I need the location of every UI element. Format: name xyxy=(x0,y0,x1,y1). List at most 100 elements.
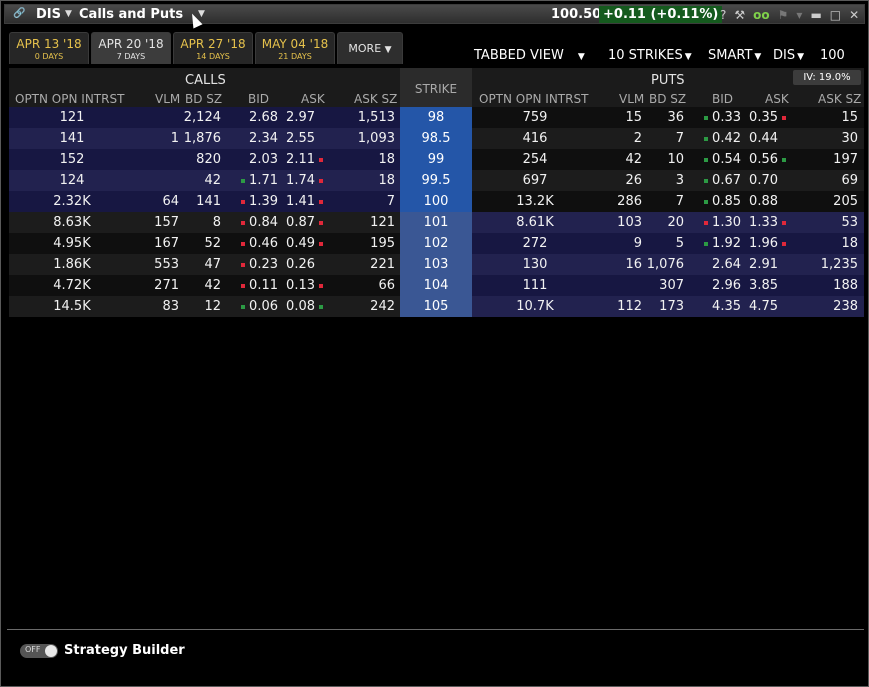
view-selector[interactable]: TABBED VIEW ▼ xyxy=(474,48,585,63)
strategy-builder-label[interactable]: Strategy Builder xyxy=(64,643,185,658)
puts-asksz-cell[interactable]: 238 xyxy=(788,296,858,317)
puts-asksz-cell[interactable]: 1,235 xyxy=(788,254,858,275)
puts-ask-cell[interactable]: 0.44 xyxy=(716,128,786,149)
table-row[interactable]: 152 820 2.03 2.11 18 254 42 10 0.54 0.56 197 99 xyxy=(9,149,864,170)
strike-cell[interactable]: 100 xyxy=(400,191,472,212)
flag-dropdown-icon[interactable]: ▾ xyxy=(796,8,802,22)
symbol-label[interactable]: DIS xyxy=(36,7,61,22)
calls-oi-cell[interactable]: 8.63K xyxy=(32,212,112,233)
table-row[interactable]: 4.72K 271 42 0.11 0.13 66 111 307 2.96 3.85 188 104 xyxy=(9,275,864,296)
puts-oi-cell[interactable]: 10.7K xyxy=(495,296,575,317)
puts-oi-cell[interactable]: 759 xyxy=(495,107,575,128)
col-header-calls-bdsz[interactable]: BD SZ xyxy=(185,92,222,106)
calls-ask-cell[interactable]: 1.74 xyxy=(253,170,323,191)
col-header-calls-asksz[interactable]: ASK SZ xyxy=(354,92,397,106)
strike-cell[interactable]: 101 xyxy=(400,212,472,233)
calls-ask-cell[interactable]: 0.13 xyxy=(253,275,323,296)
puts-oi-cell[interactable]: 111 xyxy=(495,275,575,296)
calls-ask-cell[interactable]: 0.87 xyxy=(253,212,323,233)
table-row[interactable]: 141 1 1,876 2.34 2.55 1,093 416 2 7 0.42 0.44 30 98.… xyxy=(9,128,864,149)
puts-asksz-cell[interactable]: 53 xyxy=(788,212,858,233)
strike-cell[interactable]: 98 xyxy=(400,107,472,128)
col-header-puts-oi[interactable]: OPTN OPN INTRST xyxy=(479,92,588,106)
puts-asksz-cell[interactable]: 188 xyxy=(788,275,858,296)
col-header-calls-vlm[interactable]: VLM xyxy=(155,92,180,106)
col-header-puts-vlm[interactable]: VLM xyxy=(619,92,644,106)
flag-icon[interactable]: ⚑ xyxy=(778,8,789,22)
puts-ask-cell[interactable]: 0.56 xyxy=(716,149,786,170)
puts-oi-cell[interactable]: 13.2K xyxy=(495,191,575,212)
calls-ask-cell[interactable]: 0.08 xyxy=(253,296,323,317)
table-row[interactable]: 14.5K 83 12 0.06 0.08 242 10.7K 112 173 4.35 4.75 2… xyxy=(9,296,864,317)
table-row[interactable]: 124 42 1.71 1.74 18 697 26 3 0.67 0.70 69 99.5 xyxy=(9,170,864,191)
strike-cell[interactable]: 98.5 xyxy=(400,128,472,149)
col-header-puts-ask[interactable]: ASK xyxy=(765,92,789,106)
strikes-selector[interactable]: 10 STRIKES ▼ xyxy=(608,48,692,63)
puts-ask-cell[interactable]: 1.33 xyxy=(716,212,786,233)
help-icon[interactable]: ? xyxy=(720,8,726,22)
minimize-icon[interactable]: ▬ xyxy=(810,8,821,22)
puts-asksz-cell[interactable]: 205 xyxy=(788,191,858,212)
strike-cell[interactable]: 103 xyxy=(400,254,472,275)
col-header-puts-bid[interactable]: BID xyxy=(712,92,733,106)
puts-oi-cell[interactable]: 272 xyxy=(495,233,575,254)
strike-cell[interactable]: 105 xyxy=(400,296,472,317)
calls-oi-cell[interactable]: 1.86K xyxy=(32,254,112,275)
puts-oi-cell[interactable]: 416 xyxy=(495,128,575,149)
calls-oi-cell[interactable]: 2.32K xyxy=(32,191,112,212)
calls-ask-cell[interactable]: 0.26 xyxy=(253,254,323,275)
table-row[interactable]: 1.86K 553 47 0.23 0.26 221 130 16 1,076 2.64 2.91 1… xyxy=(9,254,864,275)
calls-asksz-cell[interactable]: 66 xyxy=(325,275,395,296)
puts-oi-cell[interactable]: 254 xyxy=(495,149,575,170)
calls-ask-cell[interactable]: 1.41 xyxy=(253,191,323,212)
maximize-icon[interactable]: □ xyxy=(830,8,841,22)
puts-asksz-cell[interactable]: 30 xyxy=(788,128,858,149)
glasses-icon[interactable]: oo xyxy=(753,8,770,22)
strike-cell[interactable]: 99 xyxy=(400,149,472,170)
puts-oi-cell[interactable]: 130 xyxy=(495,254,575,275)
calls-ask-cell[interactable]: 0.49 xyxy=(253,233,323,254)
col-header-puts-bdsz[interactable]: BD SZ xyxy=(649,92,686,106)
close-icon[interactable]: ✕ xyxy=(849,8,859,22)
puts-asksz-cell[interactable]: 18 xyxy=(788,233,858,254)
puts-asksz-cell[interactable]: 197 xyxy=(788,149,858,170)
strike-cell[interactable]: 104 xyxy=(400,275,472,296)
col-header-calls-oi[interactable]: OPTN OPN INTRST xyxy=(15,92,124,106)
calls-oi-cell[interactable]: 4.95K xyxy=(32,233,112,254)
puts-ask-cell[interactable]: 2.91 xyxy=(716,254,786,275)
puts-ask-cell[interactable]: 0.35 xyxy=(716,107,786,128)
symbol-dropdown-icon[interactable]: ▼ xyxy=(65,9,72,19)
puts-ask-cell[interactable]: 0.70 xyxy=(716,170,786,191)
col-header-puts-asksz[interactable]: ASK SZ xyxy=(818,92,861,106)
strike-cell[interactable]: 102 xyxy=(400,233,472,254)
calls-asksz-cell[interactable]: 221 xyxy=(325,254,395,275)
calls-oi-cell[interactable]: 141 xyxy=(32,128,112,149)
calls-oi-cell[interactable]: 14.5K xyxy=(32,296,112,317)
puts-ask-cell[interactable]: 1.96 xyxy=(716,233,786,254)
table-row[interactable]: 8.63K 157 8 0.84 0.87 121 8.61K 103 20 1.30 1.33 53… xyxy=(9,212,864,233)
calls-oi-cell[interactable]: 121 xyxy=(32,107,112,128)
quantity-field[interactable]: 100 xyxy=(820,48,845,63)
puts-ask-cell[interactable]: 0.88 xyxy=(716,191,786,212)
calls-asksz-cell[interactable]: 1,513 xyxy=(325,107,395,128)
calls-asksz-cell[interactable]: 195 xyxy=(325,233,395,254)
puts-ask-cell[interactable]: 4.75 xyxy=(716,296,786,317)
wrench-icon[interactable]: ⚒ xyxy=(734,8,745,22)
route-selector[interactable]: SMART ▼ xyxy=(708,48,761,63)
calls-asksz-cell[interactable]: 242 xyxy=(325,296,395,317)
calls-ask-cell[interactable]: 2.97 xyxy=(253,107,323,128)
puts-oi-cell[interactable]: 697 xyxy=(495,170,575,191)
col-header-calls-bid[interactable]: BID xyxy=(248,92,269,106)
calls-asksz-cell[interactable]: 7 xyxy=(325,191,395,212)
calls-ask-cell[interactable]: 2.11 xyxy=(253,149,323,170)
underlying-selector[interactable]: DIS ▼ xyxy=(773,48,804,63)
calls-ask-cell[interactable]: 2.55 xyxy=(253,128,323,149)
table-row[interactable]: 121 2,124 2.68 2.97 1,513 759 15 36 0.33 0.35 15 98 xyxy=(9,107,864,128)
table-row[interactable]: 4.95K 167 52 0.46 0.49 195 272 9 5 1.92 1.96 18 102 xyxy=(9,233,864,254)
link-icon[interactable]: 🔗 xyxy=(13,8,25,19)
puts-ask-cell[interactable]: 3.85 xyxy=(716,275,786,296)
puts-oi-cell[interactable]: 8.61K xyxy=(495,212,575,233)
calls-asksz-cell[interactable]: 121 xyxy=(325,212,395,233)
calls-oi-cell[interactable]: 124 xyxy=(32,170,112,191)
calls-asksz-cell[interactable]: 18 xyxy=(325,170,395,191)
